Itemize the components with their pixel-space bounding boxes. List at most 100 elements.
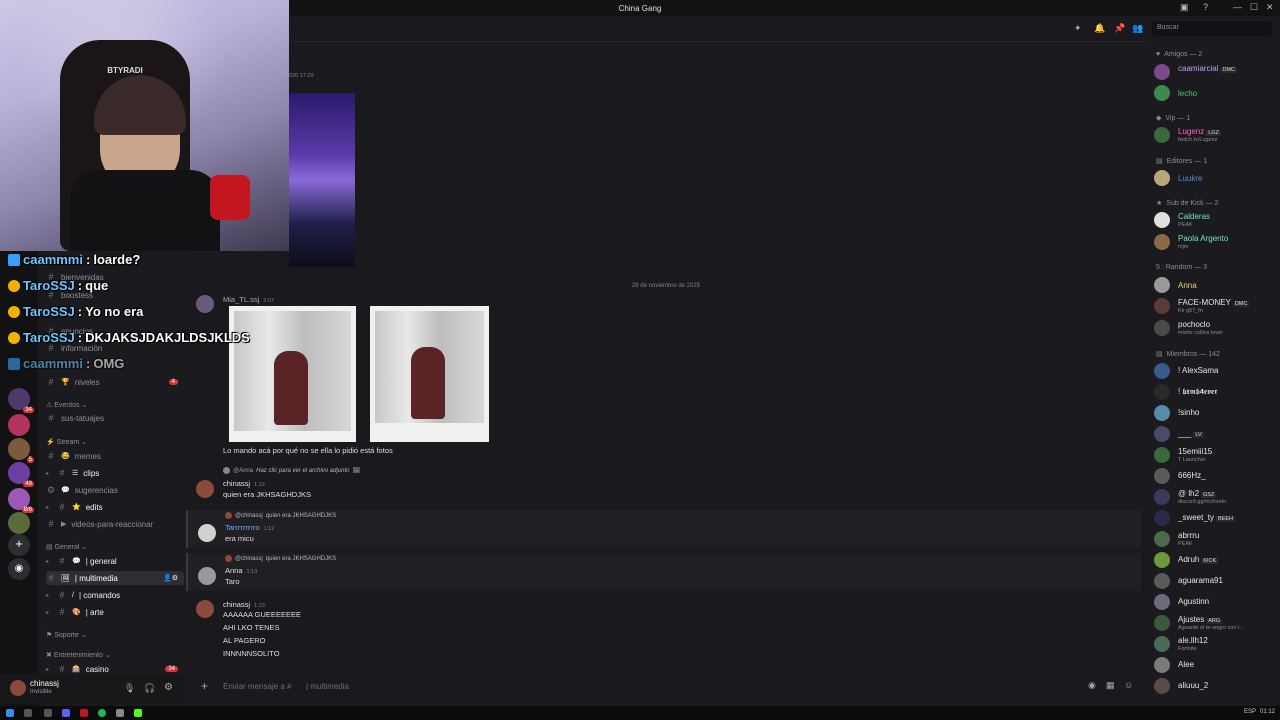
- category-general[interactable]: ▤ General ⌄: [46, 543, 87, 551]
- channel-edits[interactable]: ▸ # ⭐ edits: [46, 500, 184, 514]
- channel-memes[interactable]: # 😂 memes: [46, 449, 184, 463]
- gif-icon[interactable]: ◉: [1088, 680, 1096, 691]
- taskbar-app-icon[interactable]: [134, 709, 142, 717]
- member-item[interactable]: Alee: [1154, 655, 1278, 675]
- message-author[interactable]: Anna 1:13: [225, 566, 257, 575]
- maximize-button[interactable]: ☐: [1250, 2, 1258, 13]
- member-item[interactable]: Adruh KICK: [1154, 550, 1278, 570]
- clock[interactable]: 01:12: [1260, 709, 1275, 715]
- avatar[interactable]: [196, 600, 214, 618]
- member-item[interactable]: ! 𝖇𝖝𝖒𝖇𝟰𝖊𝖛𝖊𝖗: [1154, 382, 1278, 402]
- server-icon[interactable]: 5: [8, 438, 34, 463]
- taskbar-app-icon[interactable]: [44, 709, 52, 717]
- server-icon[interactable]: [8, 512, 30, 534]
- inbox-icon[interactable]: ▣: [1180, 2, 1189, 13]
- members-icon[interactable]: 👥: [1132, 23, 1143, 34]
- channel-arte[interactable]: ▸ # 🎨 | arte: [46, 605, 184, 619]
- member-item[interactable]: aliuuu_2: [1154, 676, 1278, 696]
- photo-attachment-1[interactable]: [229, 306, 356, 442]
- gear-icon[interactable]: ⚙: [164, 682, 173, 693]
- taskbar-app-icon[interactable]: [24, 709, 32, 717]
- chevron-right-icon: ▸: [46, 470, 50, 477]
- member-item[interactable]: Luukre: [1154, 168, 1278, 188]
- photo-attachment-2[interactable]: [370, 306, 489, 442]
- help-icon[interactable]: ?: [1203, 2, 1208, 12]
- avatar[interactable]: [198, 524, 216, 542]
- taskbar-app-icon[interactable]: [62, 709, 70, 717]
- server-icon[interactable]: 34: [8, 388, 34, 413]
- message-author[interactable]: Mia_TL.ssj 3:07: [223, 295, 274, 304]
- emoji-icon[interactable]: ☺: [1124, 680, 1133, 690]
- member-item[interactable]: lecho: [1154, 83, 1278, 103]
- taskbar-app-icon[interactable]: [116, 709, 124, 717]
- message-author[interactable]: Tarrrrrrrrro 1:12: [225, 523, 274, 532]
- member-item[interactable]: FACE-MONEY DMC Kk g57_fn: [1154, 296, 1278, 316]
- close-button[interactable]: ✕: [1266, 2, 1274, 13]
- member-item[interactable]: abrrru PEAK: [1154, 529, 1278, 549]
- channel-sus-tatuajes[interactable]: # sus-tatuajes: [46, 411, 184, 425]
- reply-reference[interactable]: @chinassj quien era JKHSAGHDJKS: [225, 555, 336, 562]
- category-entretenimiento[interactable]: ✖ Entretenimiento ⌄: [46, 651, 111, 659]
- headphones-icon[interactable]: 🎧: [144, 683, 155, 694]
- member-item[interactable]: Paola Argento mjm: [1154, 232, 1278, 252]
- member-item[interactable]: caamiarcial DMC: [1154, 62, 1278, 82]
- microphone-prop: [210, 175, 250, 220]
- threads-icon[interactable]: ✦: [1074, 23, 1082, 34]
- bell-icon[interactable]: 🔔: [1094, 23, 1105, 34]
- message-author[interactable]: chinassj 1:13: [223, 600, 265, 609]
- avatar: [1154, 447, 1170, 463]
- member-item[interactable]: Agustinn: [1154, 592, 1278, 612]
- previous-image-attachment[interactable]: [289, 93, 355, 267]
- avatar[interactable]: [10, 680, 26, 696]
- microphone-icon[interactable]: 🎙: [124, 683, 135, 694]
- member-item[interactable]: Calderas PEAK: [1154, 210, 1278, 230]
- member-item[interactable]: 15emiii15 T Launcher: [1154, 445, 1278, 465]
- message-author[interactable]: chinassj 1:12: [223, 479, 265, 488]
- member-item[interactable]: aguarama91: [1154, 571, 1278, 591]
- discover-icon[interactable]: ◉: [8, 558, 30, 580]
- search-input[interactable]: Buscar: [1152, 21, 1272, 36]
- add-attachment-icon[interactable]: +: [201, 679, 208, 693]
- reply-reference[interactable]: @Anna Haz clic para ver el archivo adjunt…: [223, 467, 360, 474]
- avatar[interactable]: [196, 480, 214, 498]
- minimize-button[interactable]: —: [1233, 2, 1242, 12]
- channel-videos-para-reaccionar[interactable]: # ▶ videos-para-reaccionar: [46, 517, 184, 531]
- channel-sugerencias[interactable]: ⚙ 💬 sugerencias: [46, 483, 184, 497]
- settings-icon[interactable]: 👤⚙: [163, 574, 178, 582]
- taskbar-app-icon[interactable]: [80, 709, 88, 717]
- category-eventos[interactable]: ⚠ Eventos ⌄: [46, 401, 87, 409]
- member-item[interactable]: Lugenz LGZ twitch.tv/Lugenz: [1154, 125, 1278, 145]
- channel-clips[interactable]: ▸ # ☰ clips: [46, 466, 184, 480]
- member-item[interactable]: Anna: [1154, 275, 1278, 295]
- message-input[interactable]: + Enviar mensaje a # | multimedia ◉ ▦ ☺: [196, 678, 1136, 696]
- member-item[interactable]: !sinho: [1154, 403, 1278, 423]
- start-icon[interactable]: [6, 709, 14, 717]
- channel-multimedia[interactable]: # 🖼 | multimedia 👤⚙: [46, 571, 184, 585]
- channel-niveles[interactable]: # 🏆 niveles 4: [46, 375, 184, 389]
- add-server-icon[interactable]: +: [8, 534, 30, 556]
- category-soporte[interactable]: ⚑ Soporte ⌄: [46, 631, 87, 639]
- reply-reference[interactable]: @chinassj quien era JKHSAGHDJKS: [225, 512, 336, 519]
- member-item[interactable]: ___ LV: [1154, 424, 1278, 444]
- member-item[interactable]: ! AlexSama: [1154, 361, 1278, 381]
- member-item[interactable]: ale.llh12 Fortnite: [1154, 634, 1278, 654]
- server-icon[interactable]: 49: [8, 462, 34, 487]
- language-indicator[interactable]: ESP: [1244, 709, 1256, 715]
- member-item[interactable]: pochoclo mishe collins lover: [1154, 318, 1278, 338]
- avatar: [1154, 405, 1170, 421]
- category-stream[interactable]: ⚡ Stream ⌄: [46, 438, 87, 446]
- pin-icon[interactable]: 📌: [1114, 23, 1125, 34]
- avatar[interactable]: [198, 567, 216, 585]
- member-item[interactable]: _sweet_ty BEEH: [1154, 508, 1278, 528]
- member-item[interactable]: @ lh2 GSZ discord.gg/mcfondo: [1154, 487, 1278, 507]
- member-item[interactable]: 666Hz_: [1154, 466, 1278, 486]
- sticker-icon[interactable]: ▦: [1106, 680, 1115, 691]
- taskbar-app-icon[interactable]: [98, 709, 106, 717]
- channel-general[interactable]: ▸ # 💬 | general: [46, 554, 184, 568]
- avatar[interactable]: [196, 295, 214, 313]
- channel-label: casino: [85, 664, 109, 674]
- server-icon[interactable]: 8/8: [8, 488, 34, 513]
- member-item[interactable]: Ajustes ARG Aguante el te negro con l...: [1154, 613, 1278, 633]
- server-icon[interactable]: [8, 414, 30, 436]
- channel-comandos[interactable]: ▸ # / | comandos: [46, 588, 184, 602]
